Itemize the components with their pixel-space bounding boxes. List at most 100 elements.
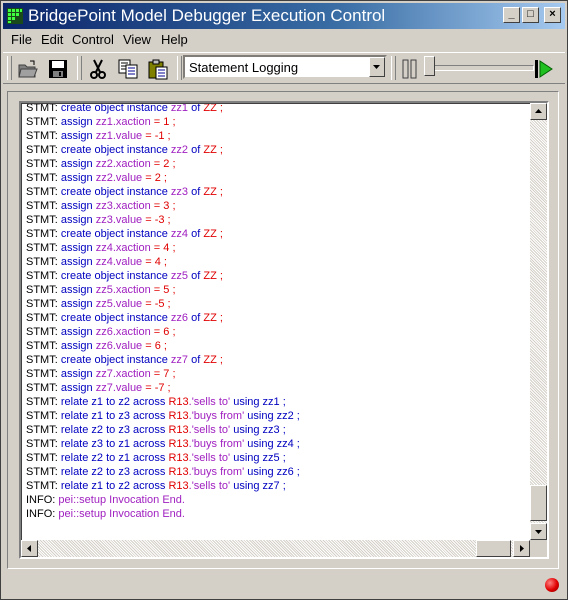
log-line-token: relate z2 to z3 across bbox=[60, 424, 169, 436]
log-line: STMT: assign zz2.value = 2 ; bbox=[26, 171, 300, 185]
arrow-up-icon bbox=[535, 109, 542, 113]
log-line-token: create object instance bbox=[60, 312, 171, 324]
log-line-prefix: INFO: bbox=[26, 494, 59, 506]
log-line-prefix: STMT: bbox=[26, 200, 61, 212]
vertical-scroll-thumb[interactable] bbox=[530, 485, 547, 521]
log-line: STMT: assign zz3.xaction = 3 ; bbox=[26, 199, 300, 213]
log-line-token: relate z3 to z1 across bbox=[60, 438, 169, 450]
scroll-down-button[interactable] bbox=[530, 523, 547, 540]
paste-button[interactable] bbox=[145, 56, 171, 82]
log-line: STMT: assign zz4.value = 4 ; bbox=[26, 255, 300, 269]
log-line-token: zz4.xaction bbox=[95, 242, 151, 254]
log-line-token: zz6.value bbox=[95, 340, 143, 352]
horizontal-scrollbar[interactable] bbox=[21, 540, 530, 557]
log-output-box[interactable]: STMT: assign z3.worth = 3 ;STMT: create … bbox=[19, 101, 549, 559]
scroll-up-button[interactable] bbox=[530, 103, 547, 120]
log-line-token: R13 bbox=[168, 410, 189, 422]
log-line-token: ZZ bbox=[203, 186, 217, 198]
menu-control[interactable]: Control bbox=[72, 32, 114, 48]
chevron-down-icon bbox=[373, 65, 380, 69]
log-line-token: zz4 bbox=[170, 228, 189, 240]
maximize-button[interactable]: □ bbox=[522, 7, 539, 23]
log-line-token: assign bbox=[60, 256, 96, 268]
log-line: STMT: relate z1 to z2 across R13.'sells … bbox=[26, 479, 300, 493]
copy-icon bbox=[118, 59, 138, 79]
menu-bar: File Edit Control View Help bbox=[3, 30, 565, 50]
log-line: STMT: assign zz5.xaction = 5 ; bbox=[26, 283, 300, 297]
log-line-token: R13 bbox=[168, 480, 189, 492]
log-line: STMT: assign zz2.xaction = 2 ; bbox=[26, 157, 300, 171]
log-line-token: zz5 bbox=[170, 270, 189, 282]
menu-file[interactable]: File bbox=[11, 32, 32, 48]
menu-edit[interactable]: Edit bbox=[41, 32, 63, 48]
copy-button[interactable] bbox=[115, 56, 141, 82]
menu-view[interactable]: View bbox=[123, 32, 151, 48]
scroll-right-button[interactable] bbox=[513, 540, 530, 557]
log-line-token: = 6 ; bbox=[142, 340, 167, 352]
log-line: STMT: create object instance zz4 of ZZ ; bbox=[26, 227, 300, 241]
log-line-token: .'sells to' bbox=[188, 424, 231, 436]
log-line: STMT: assign zz1.value = -1 ; bbox=[26, 129, 300, 143]
log-line-token: relate z1 to z2 across bbox=[60, 480, 169, 492]
toolbar-separator bbox=[391, 56, 396, 80]
close-button[interactable]: × bbox=[544, 7, 561, 23]
log-line-token: assign bbox=[60, 326, 96, 338]
log-line-prefix: STMT: bbox=[26, 116, 61, 128]
toolbar-separator bbox=[177, 56, 182, 80]
log-line-token: zz7 bbox=[170, 354, 189, 366]
title-bar[interactable]: BridgePoint Model Debugger Execution Con… bbox=[3, 3, 565, 29]
toolbar-grip[interactable] bbox=[7, 56, 12, 80]
log-line-token: assign bbox=[60, 158, 96, 170]
menu-help[interactable]: Help bbox=[161, 32, 188, 48]
log-line-prefix: STMT: bbox=[26, 396, 61, 408]
log-line: STMT: assign zz1.xaction = 1 ; bbox=[26, 115, 300, 129]
log-line: STMT: relate z1 to z2 across R13.'sells … bbox=[26, 395, 300, 409]
log-line: STMT: create object instance zz1 of ZZ ; bbox=[26, 104, 300, 115]
save-button[interactable] bbox=[45, 56, 71, 82]
log-line-token: ZZ bbox=[203, 312, 217, 324]
log-line: STMT: assign zz7.value = -7 ; bbox=[26, 381, 300, 395]
log-line-token: zz3 bbox=[170, 186, 189, 198]
log-lines: STMT: assign z3.worth = 3 ;STMT: create … bbox=[26, 104, 300, 521]
log-line-token: assign bbox=[60, 298, 96, 310]
log-line-token: ZZ bbox=[203, 354, 217, 366]
log-line-prefix: STMT: bbox=[26, 172, 61, 184]
log-line-token: = 4 ; bbox=[150, 242, 176, 254]
log-line-prefix: STMT: bbox=[26, 242, 61, 254]
log-line-token: zz2.value bbox=[95, 172, 143, 184]
scrollbar-corner bbox=[530, 540, 547, 557]
bridgepoint-app-icon bbox=[7, 8, 23, 24]
log-line-token: assign bbox=[60, 172, 96, 184]
speed-slider-track[interactable] bbox=[428, 65, 534, 71]
log-line-token: create object instance bbox=[60, 354, 171, 366]
log-line-token: = 6 ; bbox=[150, 326, 176, 338]
log-line: INFO: pei::setup Invocation End. bbox=[26, 493, 300, 507]
log-line-token: ZZ bbox=[203, 270, 217, 282]
pause-button[interactable] bbox=[397, 56, 423, 82]
log-line-token: zz3.value bbox=[95, 214, 143, 226]
log-line-token: create object instance bbox=[60, 228, 171, 240]
execution-status-led-icon bbox=[545, 578, 559, 592]
horizontal-scroll-thumb[interactable] bbox=[476, 540, 511, 557]
window-title: BridgePoint Model Debugger Execution Con… bbox=[28, 6, 386, 25]
scroll-left-button[interactable] bbox=[21, 540, 38, 557]
log-line-prefix: STMT: bbox=[26, 284, 61, 296]
vertical-scrollbar[interactable] bbox=[530, 103, 547, 540]
cut-button[interactable] bbox=[85, 56, 111, 82]
log-line-token: pei::setup Invocation End. bbox=[58, 508, 185, 520]
speed-slider-thumb[interactable] bbox=[424, 56, 435, 76]
open-folder-icon bbox=[18, 60, 38, 78]
log-line-token: of bbox=[188, 312, 204, 324]
log-line-token: assign bbox=[60, 214, 96, 226]
minimize-button[interactable]: _ bbox=[503, 7, 520, 23]
log-line: STMT: create object instance zz3 of ZZ ; bbox=[26, 185, 300, 199]
log-line-prefix: INFO: bbox=[26, 508, 59, 520]
log-line: STMT: create object instance zz7 of ZZ ; bbox=[26, 353, 300, 367]
log-line-prefix: STMT: bbox=[26, 424, 61, 436]
run-button[interactable] bbox=[531, 56, 557, 82]
logging-mode-dropdown-button[interactable] bbox=[369, 57, 385, 77]
log-line-token: assign bbox=[60, 284, 96, 296]
open-button[interactable] bbox=[15, 56, 41, 82]
logging-mode-select[interactable]: Statement Logging bbox=[183, 55, 387, 79]
log-line-token: = -5 ; bbox=[142, 298, 171, 310]
